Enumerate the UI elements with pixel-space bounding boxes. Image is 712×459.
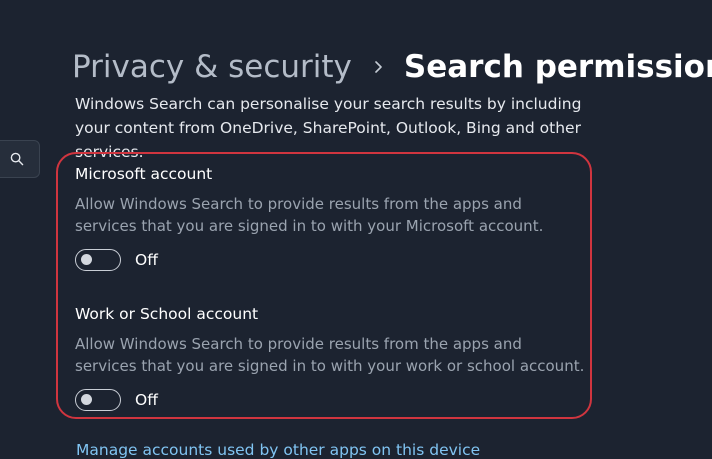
section-title: Work or School account [75,305,259,323]
section-description: Allow Windows Search to provide results … [75,335,585,375]
toggle-state-label: Off [135,391,158,409]
toggle-row: Off [75,247,595,273]
search-button[interactable] [0,140,40,178]
work-school-account-toggle[interactable] [75,389,121,411]
toggle-row: Off [75,387,595,413]
search-icon [10,152,24,166]
microsoft-account-section: Microsoft account Allow Windows Search t… [75,163,595,273]
chevron-right-icon [374,60,384,74]
settings-page: Privacy & security Search permissions Wi… [0,0,712,459]
work-school-account-section: Work or School account Allow Windows Sea… [75,303,595,413]
breadcrumb: Privacy & security Search permissions [72,44,712,90]
section-title: Microsoft account [75,165,213,183]
toggle-state-label: Off [135,251,158,269]
section-description: Allow Windows Search to provide results … [75,195,544,235]
toggle-knob [81,254,92,265]
breadcrumb-parent-link[interactable]: Privacy & security [72,49,352,85]
manage-accounts-link[interactable]: Manage accounts used by other apps on th… [76,439,480,459]
microsoft-account-toggle[interactable] [75,249,121,271]
toggle-knob [81,394,92,405]
page-title: Search permissions [403,49,712,85]
